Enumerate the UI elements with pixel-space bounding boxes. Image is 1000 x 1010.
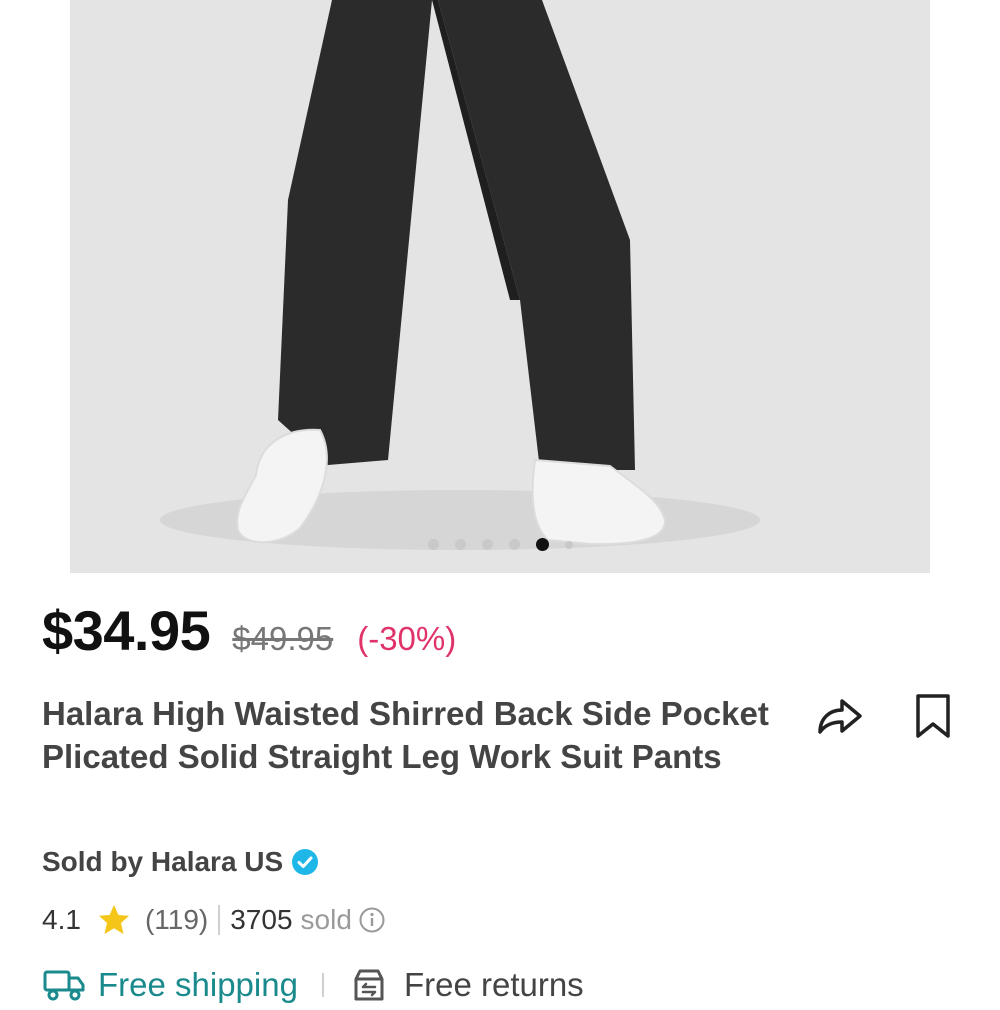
divider xyxy=(321,973,324,997)
star-icon xyxy=(98,905,129,934)
info-icon[interactable] xyxy=(358,906,386,934)
price-row: $34.95 $49.95 (-30%) xyxy=(42,598,456,668)
discount-percent: (-30%) xyxy=(357,620,457,657)
bookmark-button[interactable] xyxy=(905,692,961,742)
rating-score: 4.1 xyxy=(42,904,81,935)
free-returns-label[interactable]: Free returns xyxy=(404,966,584,1004)
carousel-dot[interactable] xyxy=(564,540,573,549)
sold-count: 3705 xyxy=(230,904,293,935)
bookmark-icon xyxy=(916,694,950,738)
truck-icon xyxy=(43,970,85,1001)
product-title: Halara High Waisted Shirred Back Side Po… xyxy=(42,695,769,775)
verified-badge-icon xyxy=(292,849,319,875)
carousel-dot[interactable] xyxy=(508,539,520,550)
sold-label: sold xyxy=(300,904,352,935)
divider xyxy=(218,905,221,935)
current-price: $34.95 xyxy=(42,599,211,662)
product-photo xyxy=(70,0,930,573)
share-button[interactable] xyxy=(812,692,868,742)
returns-icon xyxy=(354,969,384,1001)
carousel-dot[interactable] xyxy=(481,539,493,550)
free-shipping-label[interactable]: Free shipping xyxy=(98,966,298,1004)
carousel-dot[interactable] xyxy=(427,539,439,550)
carousel-dot-active[interactable] xyxy=(535,538,549,551)
original-price: $49.95 xyxy=(232,620,334,657)
perks-row: Free shipping Free returns xyxy=(42,960,584,1010)
rating-row[interactable]: 4.1 (119) 3705 sold xyxy=(42,900,386,940)
product-image[interactable] xyxy=(70,0,930,573)
seller-row[interactable]: Sold by Halara US xyxy=(42,842,319,882)
seller-name[interactable]: Sold by Halara US xyxy=(42,846,283,878)
carousel-dot[interactable] xyxy=(454,539,466,550)
share-icon xyxy=(818,699,862,734)
review-count[interactable]: (119) xyxy=(145,904,208,936)
carousel-dots[interactable] xyxy=(70,538,930,551)
